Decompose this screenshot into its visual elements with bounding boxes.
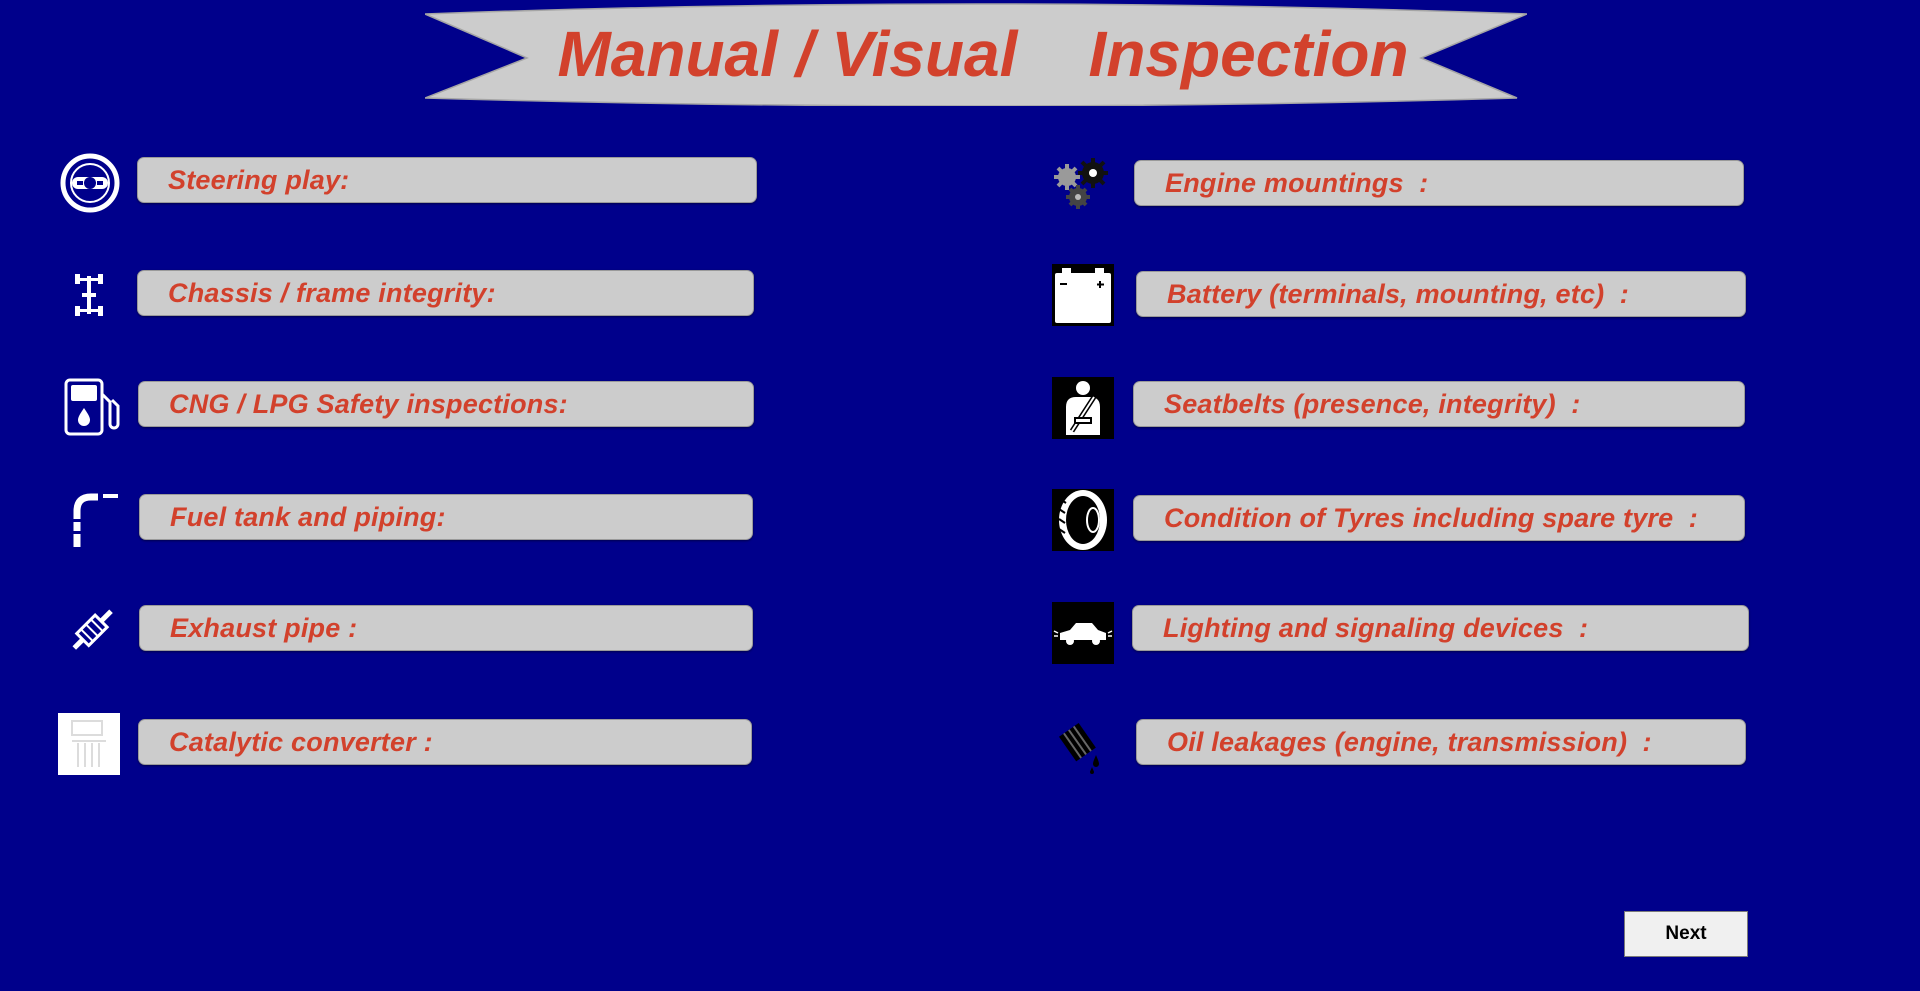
tyres-field[interactable]: Condition of Tyres including spare tyre … xyxy=(1133,495,1745,541)
page-title: Manual / Visual Inspection xyxy=(557,18,1409,90)
oil-leakages-field[interactable]: Oil leakages (engine, transmission) : xyxy=(1136,719,1746,765)
seatbelts-field[interactable]: Seatbelts (presence, integrity) : xyxy=(1133,381,1745,427)
engine-mountings-field[interactable]: Engine mountings : xyxy=(1134,160,1744,206)
steering-wheel-icon xyxy=(59,152,121,214)
next-button[interactable]: Next xyxy=(1624,911,1748,957)
lighting-field[interactable]: Lighting and signaling devices : xyxy=(1132,605,1749,651)
catalytic-converter-field[interactable]: Catalytic converter : xyxy=(138,719,752,765)
steering-play-field[interactable]: Steering play: xyxy=(137,157,757,203)
gears-icon xyxy=(1052,153,1114,215)
battery-field[interactable]: Battery (terminals, mounting, etc) : xyxy=(1136,271,1746,317)
chassis-frame-field[interactable]: Chassis / frame integrity: xyxy=(137,270,754,316)
fuel-pump-icon xyxy=(59,376,121,438)
pipe-icon xyxy=(62,489,124,551)
exhaust-pipe-field[interactable]: Exhaust pipe : xyxy=(139,605,753,651)
exhaust-icon xyxy=(62,599,124,661)
fuel-tank-field[interactable]: Fuel tank and piping: xyxy=(139,494,753,540)
chassis-icon xyxy=(58,264,120,326)
oil-leak-icon xyxy=(1052,715,1114,777)
cng-lpg-field[interactable]: CNG / LPG Safety inspections: xyxy=(138,381,754,427)
seatbelt-icon xyxy=(1052,377,1114,439)
title-banner: Manual / Visual Inspection xyxy=(425,2,1527,106)
car-lights-icon xyxy=(1052,602,1114,664)
tyre-icon xyxy=(1052,489,1114,551)
battery-icon xyxy=(1052,264,1114,326)
catalytic-converter-icon xyxy=(58,713,120,775)
inspection-page: Manual / Visual Inspection Steering play… xyxy=(0,0,1920,991)
